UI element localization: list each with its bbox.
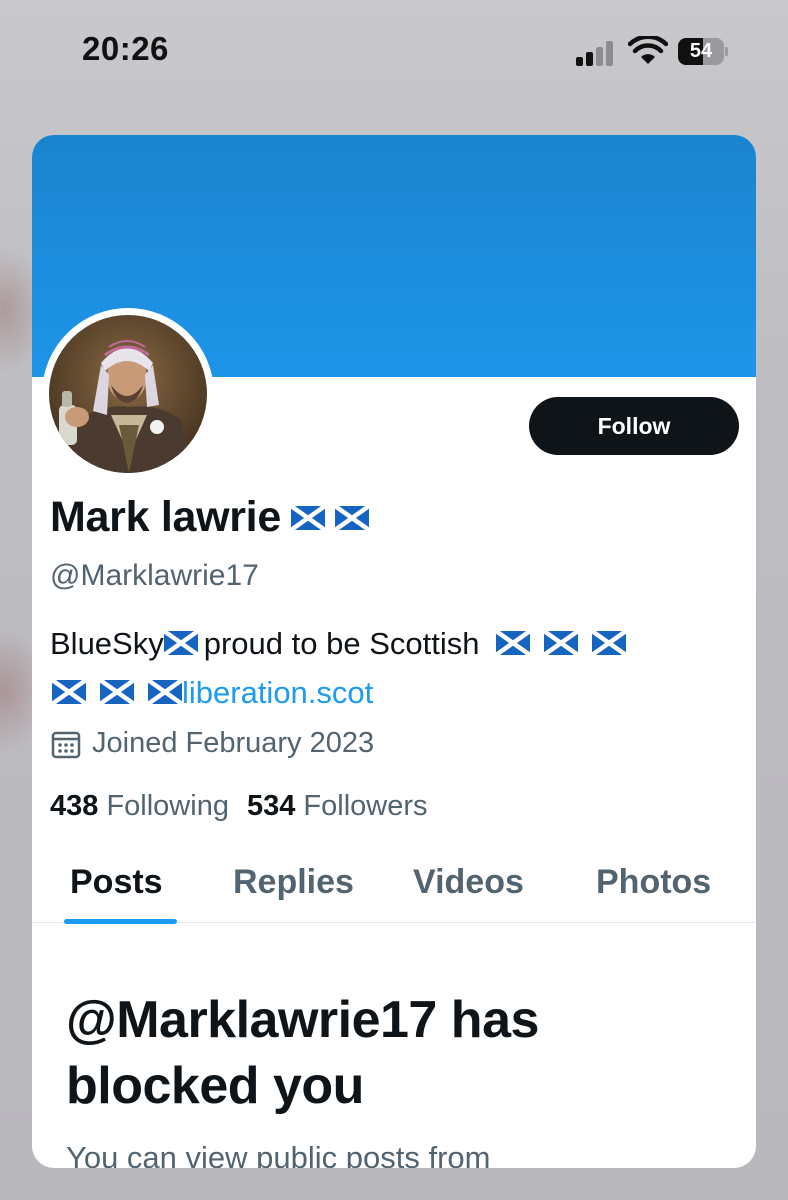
display-name: Mark lawrie <box>50 493 369 542</box>
followers-count: 534 <box>246 790 296 822</box>
tab-replies[interactable]: Replies <box>233 863 354 902</box>
blocked-title: @Marklawrie17 has blocked you <box>66 991 539 1115</box>
scotland-flag-icon <box>544 630 579 655</box>
blocked-subtitle: You can view public posts from <box>66 1140 491 1168</box>
avatar[interactable] <box>49 315 207 473</box>
profile-card: Follow Mark lawrie @Marklawrie17 BlueSky… <box>32 135 756 1168</box>
scotland-flag-icon <box>592 630 627 655</box>
joined-text: Joined February 2023 <box>92 727 375 759</box>
following-label: Following <box>106 790 229 822</box>
battery-percent: 54 <box>689 40 713 62</box>
battery-icon: 54 <box>678 38 728 65</box>
display-name-text: Mark lawrie <box>50 493 281 541</box>
status-bar: 20:26 54 <box>0 0 788 100</box>
scotland-flag-icon <box>334 505 369 530</box>
bio-text: proud to be Scottish <box>203 626 480 661</box>
scotland-flag-icon <box>290 505 325 530</box>
following-link[interactable]: 438 Following <box>50 790 229 822</box>
signal-icon <box>576 40 616 66</box>
followers-link[interactable]: 534 Followers <box>247 790 428 822</box>
following-count: 438 <box>50 790 99 822</box>
tab-photos[interactable]: Photos <box>596 863 711 902</box>
scotland-flag-icon <box>148 679 182 704</box>
profile-tabs: Posts Replies Videos Photos <box>32 855 756 924</box>
wifi-icon <box>628 36 668 64</box>
scotland-flag-icon <box>496 630 531 655</box>
profile-bio: BlueSky proud to be Scottish liberation.s… <box>50 619 740 717</box>
status-time: 20:26 <box>82 30 169 67</box>
scotland-flag-icon <box>52 679 86 704</box>
active-tab-indicator <box>64 919 177 924</box>
tab-posts[interactable]: Posts <box>70 863 163 902</box>
follow-stats: 438 Following 534 Followers <box>50 790 428 823</box>
profile-handle: @Marklawrie17 <box>50 559 259 592</box>
calendar-icon <box>51 731 81 758</box>
tab-videos[interactable]: Videos <box>413 863 524 902</box>
scotland-flag-icon <box>163 630 198 655</box>
scotland-flag-icon <box>100 679 134 704</box>
followers-label: Followers <box>303 790 428 822</box>
follow-button[interactable]: Follow <box>529 397 739 455</box>
bio-link[interactable]: liberation.scot <box>182 675 373 710</box>
bio-text: BlueSky <box>50 626 164 661</box>
joined-date: Joined February 2023 <box>50 727 374 760</box>
